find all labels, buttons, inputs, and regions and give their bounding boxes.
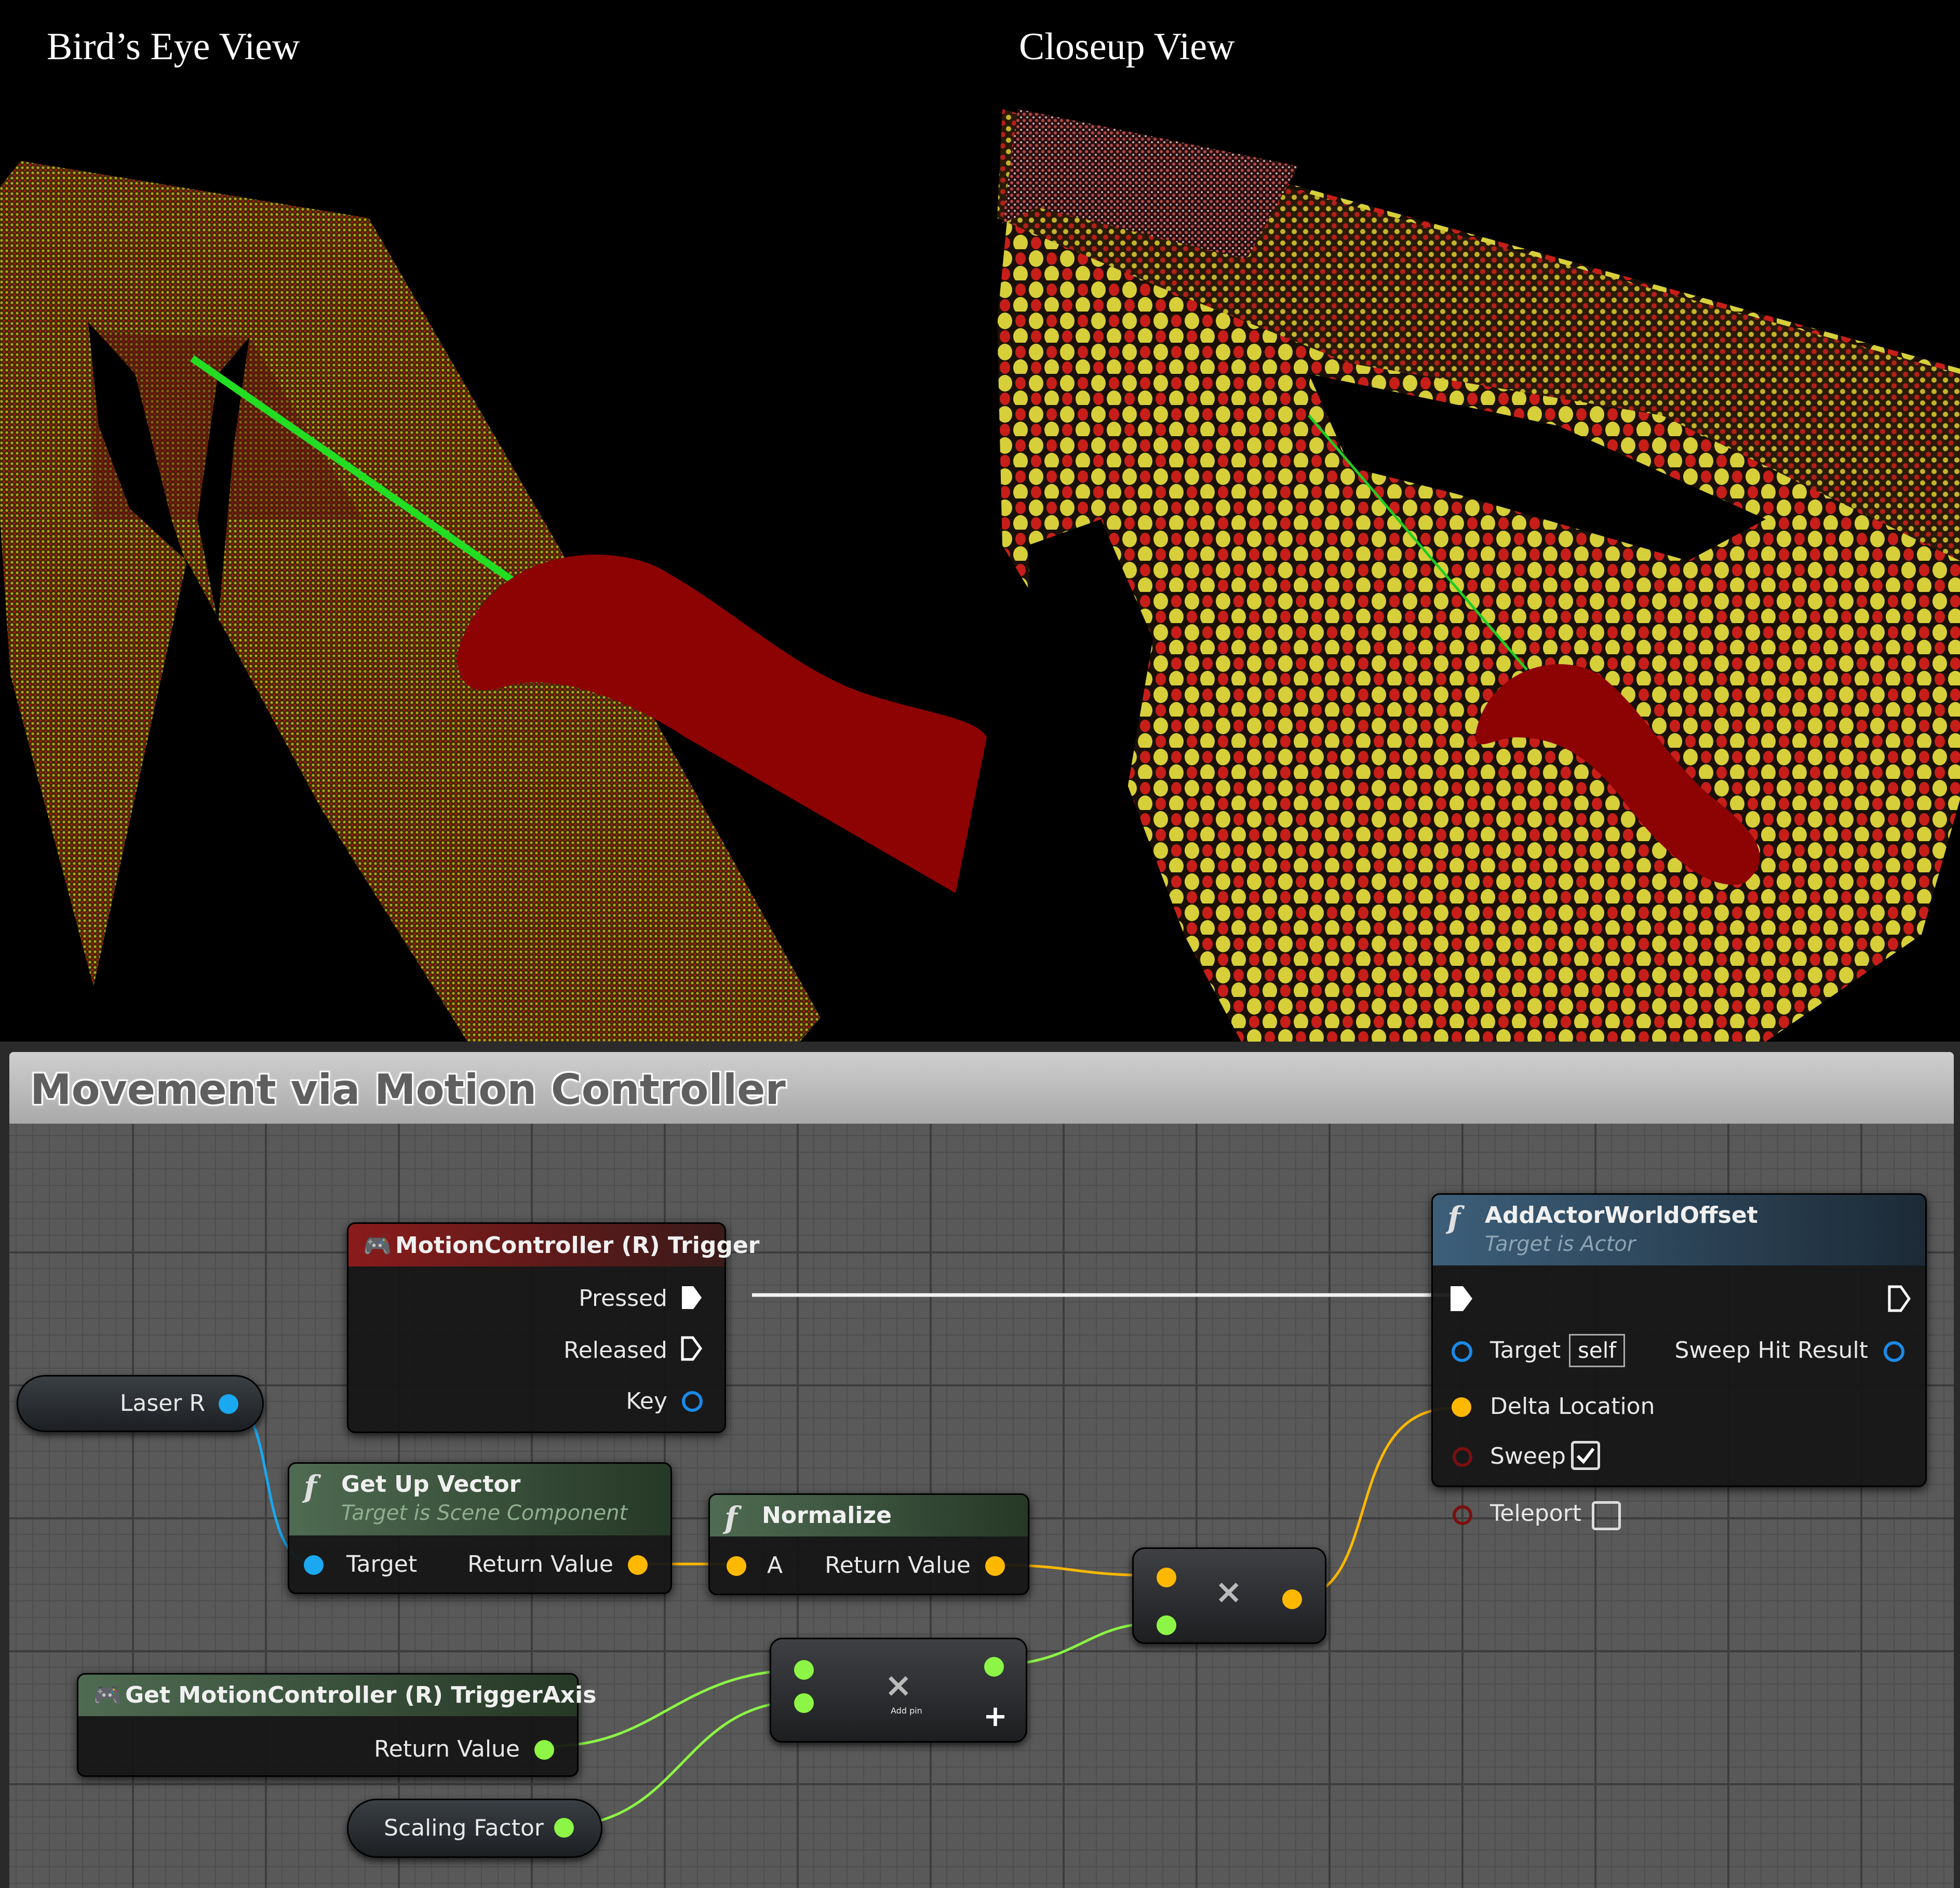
target-self-default[interactable]: self: [1569, 1334, 1626, 1367]
laser-r-variable-node[interactable]: Laser R: [17, 1375, 264, 1432]
vector-multiply-input-a-pin[interactable]: [1157, 1568, 1176, 1587]
trigger-axis-return-label: Return Value: [374, 1736, 520, 1762]
add-offset-title: AddActorWorldOffset: [1485, 1202, 1758, 1229]
released-label: Released: [563, 1337, 667, 1364]
add-offset-header: f AddActorWorldOffset Target is Actor: [1433, 1195, 1925, 1265]
get-up-vector-title: Get Up Vector: [341, 1471, 521, 1498]
vector-multiply-output-pin[interactable]: [1282, 1589, 1302, 1609]
add-offset-target-label: Target: [1490, 1337, 1561, 1364]
add-actor-world-offset-node[interactable]: f AddActorWorldOffset Target is Actor Ta…: [1431, 1193, 1927, 1530]
scaling-factor-output-pin[interactable]: [554, 1818, 574, 1838]
pressed-exec-pin[interactable]: [680, 1283, 704, 1312]
multiply-icon: ×: [884, 1666, 912, 1705]
released-exec-pin[interactable]: [680, 1334, 704, 1363]
normalize-node[interactable]: f Normalize A Return Value: [708, 1493, 1029, 1595]
get-up-vector-header: f Get Up Vector Target is Scene Componen…: [289, 1464, 670, 1535]
normalize-a-pin[interactable]: [727, 1556, 746, 1576]
viewport-render: [0, 109, 1960, 1042]
closeup-view: [997, 109, 1960, 1042]
normalize-return-label: Return Value: [825, 1552, 971, 1579]
get-up-vector-return-label: Return Value: [467, 1551, 613, 1577]
birdseye-view: [0, 161, 987, 1042]
function-icon: f: [304, 1469, 317, 1504]
gamepad-icon: 🎮: [93, 1682, 122, 1709]
closeup-view-title: Closeup View: [1019, 25, 1235, 68]
sweep-pin[interactable]: [1453, 1447, 1472, 1467]
graph-title-bar: Movement via Motion Controller: [9, 1052, 1954, 1124]
scaling-factor-variable-node[interactable]: Scaling Factor: [347, 1799, 602, 1858]
birdseye-view-title: Bird’s Eye View: [47, 25, 300, 68]
trigger-axis-return-pin[interactable]: [534, 1740, 554, 1760]
float-multiply-input-a-pin[interactable]: [794, 1660, 814, 1680]
float-multiply-node[interactable]: × Add pin +: [770, 1638, 1027, 1743]
laser-r-label: Laser R: [119, 1390, 205, 1417]
screenshot-root: Bird’s Eye View Closeup View Movement vi…: [0, 0, 1960, 1888]
sweep-hit-result-label: Sweep Hit Result: [1674, 1337, 1868, 1364]
trigger-event-node[interactable]: 🎮 MotionController (R) Trigger Pressed R…: [347, 1222, 759, 1433]
pressed-label: Pressed: [579, 1285, 667, 1312]
add-offset-target-pin[interactable]: [1452, 1341, 1472, 1362]
normalize-title: Normalize: [762, 1502, 892, 1529]
plus-icon[interactable]: +: [983, 1700, 1008, 1733]
teleport-checkbox[interactable]: [1592, 1501, 1621, 1530]
vector-multiply-node[interactable]: ×: [1132, 1547, 1326, 1644]
trigger-node-header: 🎮 MotionController (R) Trigger: [348, 1224, 759, 1266]
graph-canvas[interactable]: 🎮 MotionController (R) Trigger Pressed R…: [9, 1124, 1954, 1888]
teleport-pin[interactable]: [1453, 1505, 1472, 1525]
key-label: Key: [626, 1388, 667, 1414]
multiply-icon: ×: [1215, 1573, 1243, 1611]
add-offset-exec-in-pin[interactable]: [1448, 1283, 1474, 1314]
key-pin[interactable]: [682, 1391, 703, 1412]
add-pin-label[interactable]: Add pin: [891, 1706, 922, 1716]
delta-location-pin[interactable]: [1452, 1397, 1471, 1417]
function-icon: f: [1447, 1200, 1460, 1235]
normalize-header: f Normalize: [710, 1495, 1028, 1536]
trigger-axis-title: Get MotionController (R) TriggerAxis: [125, 1682, 597, 1708]
add-offset-exec-out-pin[interactable]: [1887, 1283, 1913, 1314]
get-up-vector-target-pin[interactable]: [304, 1555, 324, 1575]
viewport-panels: Bird’s Eye View Closeup View: [0, 0, 1960, 1042]
gamepad-icon: 🎮: [363, 1233, 392, 1259]
trigger-node-title: MotionController (R) Trigger: [395, 1232, 760, 1259]
normalize-return-pin[interactable]: [985, 1556, 1005, 1576]
vector-multiply-input-b-pin[interactable]: [1157, 1615, 1176, 1635]
float-multiply-output-pin[interactable]: [984, 1657, 1004, 1677]
checkmark-icon: [1576, 1448, 1595, 1464]
sweep-checkbox[interactable]: [1571, 1441, 1600, 1470]
graph-title: Movement via Motion Controller: [30, 1066, 786, 1114]
get-up-vector-target-label: Target: [346, 1551, 418, 1577]
blueprint-editor: Movement via Motion Controller 🎮 MotionC…: [0, 1042, 1960, 1888]
add-offset-subtitle: Target is Actor: [1485, 1232, 1636, 1256]
laser-r-output-pin[interactable]: [219, 1394, 238, 1414]
float-multiply-input-b-pin[interactable]: [794, 1693, 814, 1713]
get-up-vector-return-pin[interactable]: [628, 1555, 648, 1575]
trigger-axis-node[interactable]: 🎮 Get MotionController (R) TriggerAxis R…: [77, 1673, 596, 1777]
trigger-axis-header: 🎮 Get MotionController (R) TriggerAxis: [78, 1675, 596, 1716]
get-up-vector-node[interactable]: f Get Up Vector Target is Scene Componen…: [288, 1462, 672, 1594]
normalize-a-label: A: [767, 1552, 783, 1579]
function-icon: f: [724, 1500, 737, 1535]
teleport-label: Teleport: [1490, 1500, 1581, 1527]
scaling-factor-label: Scaling Factor: [383, 1815, 544, 1841]
sweep-label: Sweep: [1490, 1443, 1566, 1469]
get-up-vector-subtitle: Target is Scene Component: [341, 1501, 628, 1525]
delta-location-label: Delta Location: [1490, 1393, 1655, 1420]
sweep-hit-result-pin[interactable]: [1884, 1341, 1904, 1362]
